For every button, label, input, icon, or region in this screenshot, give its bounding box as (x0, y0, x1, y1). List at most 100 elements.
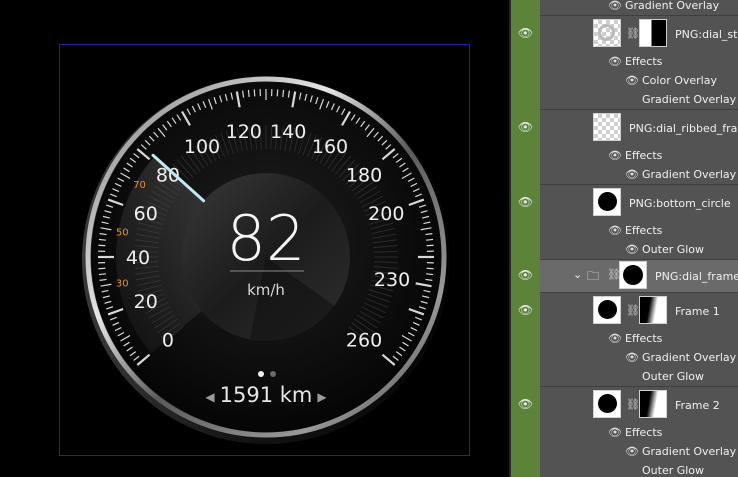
group-expand-chevron[interactable]: ⌄ (573, 268, 582, 281)
chain-link-icon[interactable]: ⛓ (626, 304, 640, 317)
layers-panel: 👁 Gradient Overlay 👁 ⛓ PNG:dial_str 👁 Effects 👁… (511, 0, 738, 477)
row-separator (540, 386, 738, 387)
scale-label: 120 (226, 121, 262, 143)
layer-row-r12[interactable]: 👁 ⛓ Frame 1 (511, 292, 738, 329)
layer-row-label: Effects (625, 55, 663, 68)
layer-row-label: Gradient Overlay (642, 93, 737, 106)
layer-mask-thumbnail[interactable] (639, 19, 667, 47)
effects-eye-icon[interactable]: 👁 (608, 55, 622, 68)
layer-name[interactable]: PNG:dial_ribbed_frame (629, 122, 738, 135)
row-separator (540, 292, 738, 293)
layer-row-label: Effects (625, 426, 663, 439)
visibility-eye-icon[interactable]: 👁 (511, 195, 540, 209)
effect-eye-icon[interactable]: 👁 (625, 243, 639, 256)
layer-row-label: Gradient Overlay (625, 0, 720, 12)
layer-row-label: Gradient Overlay (642, 351, 737, 364)
layer-row-r4[interactable]: Gradient Overlay (511, 90, 738, 109)
odometer-next-arrow[interactable]: ▶ (317, 390, 327, 404)
layer-row-label: Gradient Overlay (642, 168, 737, 181)
effect-eye-icon[interactable]: 👁 (625, 445, 639, 458)
layer-row-r7[interactable]: 👁 Gradient Overlay (511, 165, 738, 184)
layer-row-r5[interactable]: 👁 PNG:dial_ribbed_frame (511, 109, 738, 146)
layer-row-r10[interactable]: 👁 Outer Glow (511, 240, 738, 259)
layer-row-r3[interactable]: 👁 Color Overlay (511, 71, 738, 90)
visibility-eye-icon[interactable]: 👁 (511, 268, 540, 282)
row-separator (540, 109, 738, 110)
effects-eye-icon[interactable]: 👁 (608, 332, 622, 345)
effect-eye-icon[interactable]: 👁 (625, 74, 639, 87)
layer-name[interactable]: Frame 2 (675, 399, 720, 412)
scale-label: 0 (162, 329, 174, 351)
layer-row-r1[interactable]: 👁 ⛓ PNG:dial_str (511, 15, 738, 52)
layer-row-r2[interactable]: 👁 Effects (511, 52, 738, 71)
layer-thumbnail (593, 188, 621, 216)
layer-row-label: Effects (625, 224, 663, 237)
odometer-readout: 1591 km (220, 383, 313, 407)
effects-eye-icon[interactable]: 👁 (608, 149, 622, 162)
layer-row-r18[interactable]: 👁 Gradient Overlay (511, 442, 738, 461)
layer-row-r17[interactable]: 👁 Effects (511, 423, 738, 442)
layer-thumbnail (619, 261, 647, 289)
layer-row-r8[interactable]: 👁 PNG:bottom_circle (511, 184, 738, 221)
tick-mark (426, 273, 434, 276)
scale-label: 40 (126, 247, 150, 269)
visibility-eye-icon[interactable]: 👁 (511, 120, 540, 134)
scale-label: 180 (346, 165, 382, 187)
scale-label: 160 (312, 136, 348, 158)
chain-link-icon[interactable]: ⛓ (626, 398, 640, 411)
layer-row-r13[interactable]: 👁 Effects (511, 329, 738, 348)
layer-row-label: Outer Glow (642, 370, 705, 383)
chain-link-icon[interactable]: ⛓ (626, 27, 640, 40)
layer-name[interactable]: Frame 1 (675, 305, 720, 318)
effect-eye-icon[interactable]: 👁 (625, 168, 639, 181)
layer-row-r14[interactable]: 👁 Gradient Overlay (511, 348, 738, 367)
inner-scale-label: 50 (116, 228, 129, 239)
layer-name[interactable]: PNG:dial_frame (655, 270, 738, 283)
tick-mark (247, 89, 250, 97)
row-separator (540, 184, 738, 185)
layer-row-label: Color Overlay (642, 74, 717, 87)
odometer-prev-arrow[interactable]: ◀ (205, 390, 215, 404)
effects-eye-icon[interactable]: 👁 (608, 0, 622, 12)
layer-mask-thumbnail[interactable] (639, 296, 667, 324)
speed-unit: km/h (247, 281, 285, 299)
speed-readout: 82 (227, 202, 306, 275)
scale-label: 20 (134, 291, 158, 313)
layer-name[interactable]: PNG:dial_str (675, 28, 738, 41)
scale-label: 230 (374, 269, 410, 291)
page-dot-inactive[interactable] (270, 371, 276, 377)
effects-eye-icon[interactable]: 👁 (608, 224, 622, 237)
layer-thumbnail (593, 19, 621, 47)
inner-scale-label: 30 (116, 278, 129, 289)
layer-mask-thumbnail[interactable] (639, 390, 667, 418)
layer-row-label: Gradient Overlay (642, 445, 737, 458)
layer-row-r6[interactable]: 👁 Effects (511, 146, 738, 165)
visibility-eye-icon[interactable]: 👁 (511, 26, 540, 40)
layer-row-r11[interactable]: 👁 ⌄ 🗀 ⛓ PNG:dial_frame (511, 259, 738, 292)
artboard[interactable]: 0 20 40 60 80 100 120 140 160 180 200 230 260 30 50 70… (59, 44, 470, 456)
tick-mark (426, 238, 434, 241)
layer-thumbnail (593, 296, 621, 324)
layer-row-r15[interactable]: Outer Glow (511, 367, 738, 386)
layer-row-r0[interactable]: 👁 Gradient Overlay (511, 0, 738, 15)
visibility-eye-icon[interactable]: 👁 (511, 397, 540, 411)
layer-row-r19[interactable]: Outer Glow (511, 461, 738, 477)
inner-scale-label: 70 (133, 180, 146, 191)
row-separator (540, 15, 738, 16)
effect-eye-icon[interactable]: 👁 (625, 351, 639, 364)
layer-row-r9[interactable]: 👁 Effects (511, 221, 738, 240)
effects-eye-icon[interactable]: 👁 (608, 426, 622, 439)
layer-row-r16[interactable]: 👁 ⛓ Frame 2 (511, 386, 738, 423)
row-separator (540, 259, 738, 260)
page-dot-active[interactable] (258, 371, 264, 377)
visibility-eye-icon[interactable]: 👁 (511, 303, 540, 317)
layer-row-label: Outer Glow (642, 243, 705, 256)
layer-row-label: Effects (625, 149, 663, 162)
layer-thumbnail (593, 113, 621, 141)
speedometer: 020406080100120 140160180200230260 305070… (82, 76, 450, 444)
tick-mark (98, 273, 106, 276)
canvas-area: 0 20 40 60 80 100 120 140 160 180 200 230 260 30 50 70… (0, 0, 509, 477)
folder-icon: 🗀 (587, 269, 600, 283)
tick-mark (282, 89, 285, 97)
layer-name[interactable]: PNG:bottom_circle (629, 197, 731, 210)
